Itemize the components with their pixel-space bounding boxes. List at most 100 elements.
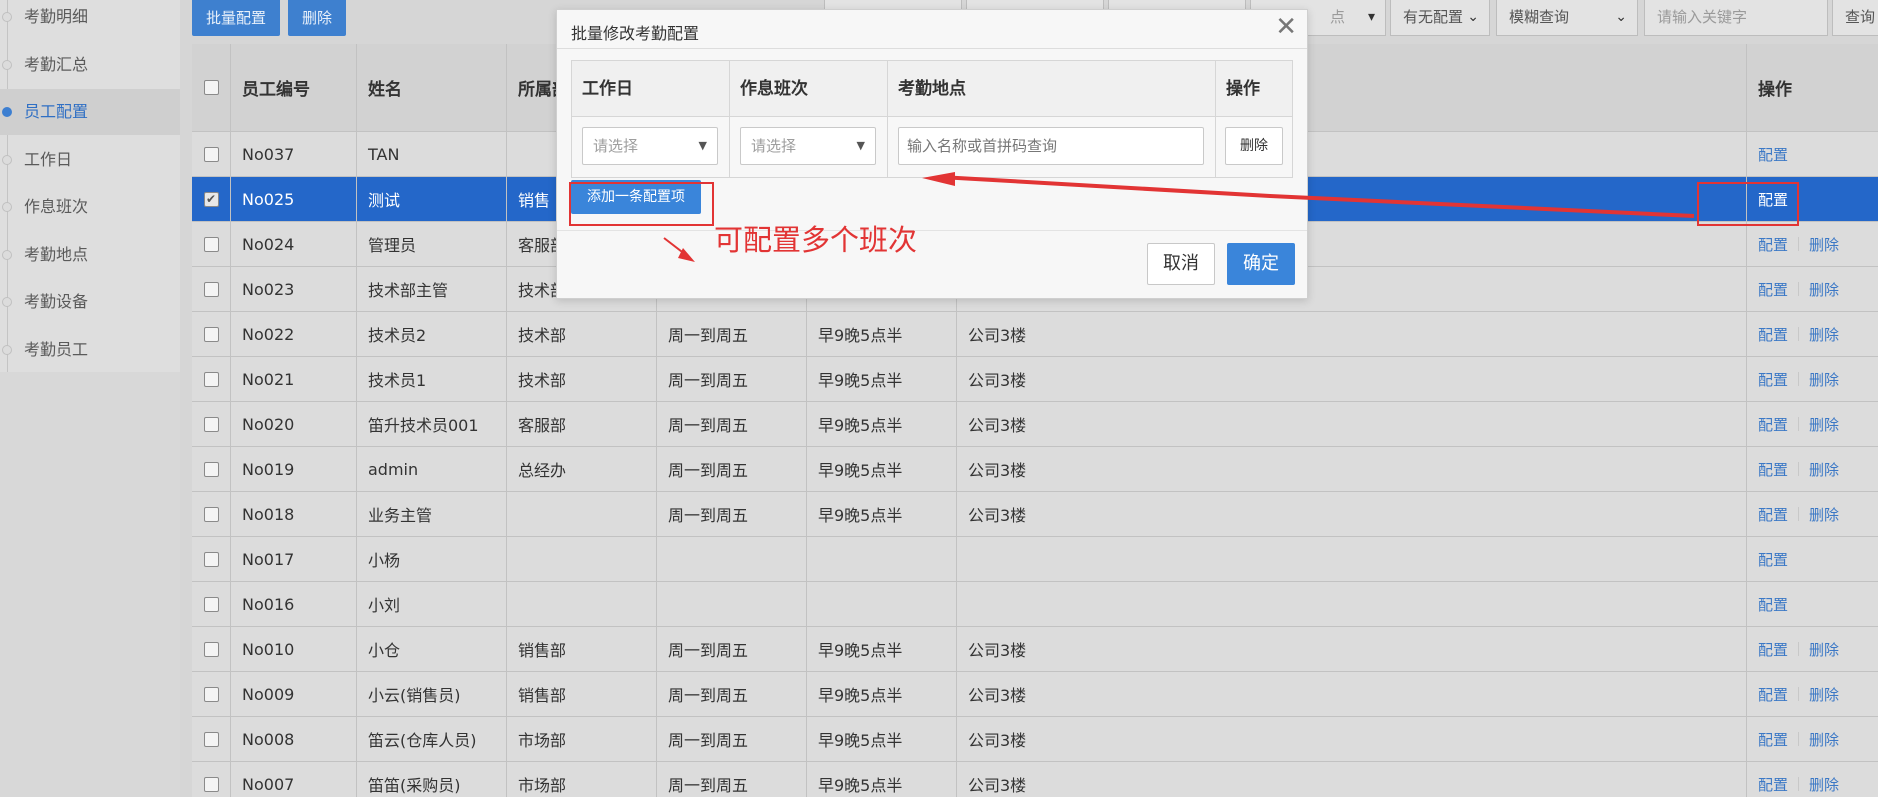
table-row[interactable]: No019 admin 总经办 周一到周五 早9晚5点半 公司3楼 配置 删除 [192,447,1878,492]
cell-dept: 销售部 [506,672,656,716]
table-row[interactable]: No018 业务主管 周一到周五 早9晚5点半 公司3楼 配置 删除 [192,492,1878,537]
cell-location [956,537,1746,581]
sidebar-item-3[interactable]: 工作日 [0,137,180,183]
config-link[interactable]: 配置 [1758,549,1788,570]
close-icon[interactable]: ✕ [1275,14,1297,40]
sidebar-item-label: 员工配置 [24,102,89,121]
cell-name: 笛笛(采购员) [356,762,506,797]
table-row[interactable]: No009 小云(销售员) 销售部 周一到周五 早9晚5点半 公司3楼 配置 删除 [192,672,1878,717]
sidebar-item-0[interactable]: 考勤明细 [0,0,180,40]
row-checkbox[interactable] [203,146,219,162]
sidebar-item-6[interactable]: 考勤设备 [0,279,180,325]
op-divider [1798,327,1800,341]
row-checkbox[interactable]: ✔ [203,191,219,207]
timeline-dot-icon [2,155,12,165]
table-row[interactable]: No010 小仓 销售部 周一到周五 早9晚5点半 公司3楼 配置 删除 [192,627,1878,672]
delete-link[interactable]: 删除 [1809,279,1839,300]
sidebar-item-label: 工作日 [24,150,73,169]
row-checkbox-cell [192,492,230,536]
delete-link[interactable]: 删除 [1809,639,1839,660]
config-link[interactable]: 配置 [1758,144,1788,165]
delete-link[interactable]: 删除 [1809,729,1839,750]
row-checkbox[interactable] [203,281,219,297]
delete-link[interactable]: 删除 [1809,459,1839,480]
sidebar-item-7[interactable]: 考勤员工 [0,327,180,373]
query-button[interactable]: 查询 [1832,0,1878,36]
row-checkbox[interactable] [203,326,219,342]
row-checkbox[interactable] [203,641,219,657]
delete-link[interactable]: 删除 [1809,369,1839,390]
location-select-value: 点 [1329,8,1345,26]
config-filter-select[interactable]: 有无配置 ⌄ [1390,0,1490,36]
cell-name: 笛云(仓库人员) [356,717,506,761]
select-all-checkbox[interactable] [203,80,219,95]
delete-link[interactable]: 删除 [1809,504,1839,525]
sidebar-item-5[interactable]: 考勤地点 [0,232,180,278]
row-checkbox-cell [192,582,230,626]
delete-link[interactable]: 删除 [1809,684,1839,705]
row-checkbox[interactable] [203,371,219,387]
cell-emp-no: No010 [230,627,356,671]
location-search-input[interactable]: 输入名称或首拼码查询 [898,127,1204,165]
query-mode-select[interactable]: 模糊查询 ⌄ [1496,0,1638,36]
row-checkbox[interactable] [203,686,219,702]
row-checkbox-cell [192,132,230,176]
config-link[interactable]: 配置 [1758,729,1788,750]
delete-button[interactable]: 删除 [288,0,347,36]
row-checkbox[interactable] [203,236,219,252]
table-row[interactable]: No007 笛笛(采购员) 市场部 周一到周五 早9晚5点半 公司3楼 配置 删除 [192,762,1878,797]
workday-select[interactable]: 请选择 ▼ [582,127,718,165]
batch-config-button[interactable]: 批量配置 [192,0,281,36]
delete-link[interactable]: 删除 [1809,774,1839,795]
cell-shift: 早9晚5点半 [806,492,956,536]
shift-select[interactable]: 请选择 ▼ [740,127,876,165]
row-checkbox[interactable] [203,776,219,792]
config-link[interactable]: 配置 [1758,279,1788,300]
table-row[interactable]: No021 技术员1 技术部 周一到周五 早9晚5点半 公司3楼 配置 删除 [192,357,1878,402]
workday-select-placeholder: 请选择 [593,137,639,155]
config-link[interactable]: 配置 [1758,369,1788,390]
row-checkbox[interactable] [203,731,219,747]
row-checkbox[interactable] [203,506,219,522]
sidebar-item-4[interactable]: 作息班次 [0,184,180,230]
cell-name: 技术员2 [356,312,506,356]
config-link[interactable]: 配置 [1758,774,1788,795]
delete-link[interactable]: 删除 [1809,324,1839,345]
cancel-button[interactable]: 取消 [1147,243,1215,285]
row-delete-button[interactable]: 删除 [1225,127,1283,165]
config-link[interactable]: 配置 [1758,594,1788,615]
config-link[interactable]: 配置 [1758,639,1788,660]
cell-ops: 配置 [1746,132,1878,176]
chevron-down-icon: ⌄ [1467,9,1479,25]
op-divider [1798,642,1800,656]
sidebar-item-1[interactable]: 考勤汇总 [0,42,180,88]
config-link[interactable]: 配置 [1758,414,1788,435]
table-row[interactable]: No017 小杨 配置 [192,537,1878,582]
config-link[interactable]: 配置 [1758,234,1788,255]
header-checkbox-cell [192,44,230,131]
cell-ops: 配置 删除 [1746,312,1878,356]
config-link[interactable]: 配置 [1758,459,1788,480]
config-link[interactable]: 配置 [1758,324,1788,345]
sidebar-item-2[interactable]: 员工配置 [0,89,180,135]
cell-emp-no: No016 [230,582,356,626]
ok-button[interactable]: 确定 [1227,243,1295,285]
row-checkbox[interactable] [203,416,219,432]
table-row[interactable]: No020 笛升技术员001 客服部 周一到周五 早9晚5点半 公司3楼 配置 删除 [192,402,1878,447]
table-row[interactable]: No008 笛云(仓库人员) 市场部 周一到周五 早9晚5点半 公司3楼 配置 删除 [192,717,1878,762]
table-row[interactable]: No022 技术员2 技术部 周一到周五 早9晚5点半 公司3楼 配置 删除 [192,312,1878,357]
op-divider [1798,282,1800,296]
row-checkbox[interactable] [203,461,219,477]
delete-link[interactable]: 删除 [1809,234,1839,255]
config-link[interactable]: 配置 [1758,684,1788,705]
dialog-divider [557,48,1307,49]
delete-link[interactable]: 删除 [1809,414,1839,435]
cell-workday: 周一到周五 [656,312,806,356]
dialog-header-workday: 工作日 [572,61,730,117]
config-filter-value: 有无配置 [1403,8,1464,26]
row-checkbox[interactable] [203,596,219,612]
table-row[interactable]: No016 小刘 配置 [192,582,1878,627]
row-checkbox[interactable] [203,551,219,567]
config-link[interactable]: 配置 [1758,504,1788,525]
keyword-input[interactable]: 请输入关键字 [1644,0,1828,36]
